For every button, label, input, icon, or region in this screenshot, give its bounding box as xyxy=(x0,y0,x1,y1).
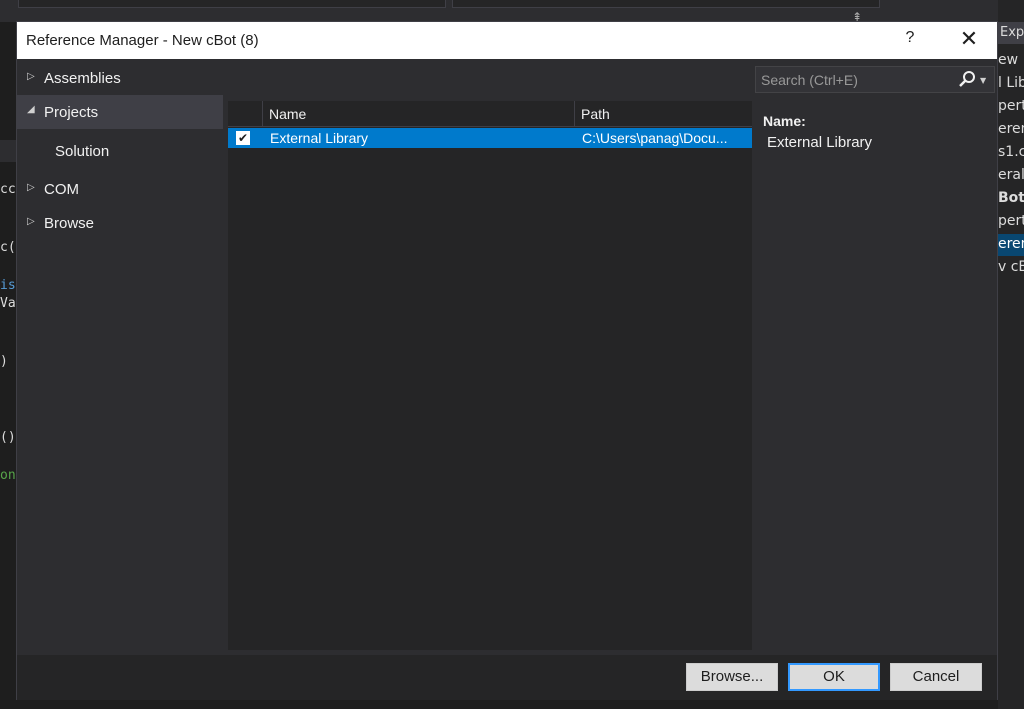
column-separator[interactable] xyxy=(574,101,575,127)
nav-item-label: Assemblies xyxy=(44,70,121,87)
expand-arrow-icon[interactable]: ▷ xyxy=(27,182,37,196)
code-fragment: Val xyxy=(0,296,17,311)
browse-button[interactable]: Browse... xyxy=(686,663,778,691)
search-icon[interactable] xyxy=(957,69,977,89)
code-fragment: on xyxy=(0,468,16,483)
tree-item[interactable]: s1.c xyxy=(998,144,1024,160)
tree-item[interactable]: ew xyxy=(998,52,1018,68)
dialog-titlebar: Reference Manager - New cBot (8) ? ✕ xyxy=(17,22,997,59)
nav-item-browse[interactable]: ▷ Browse xyxy=(17,206,223,240)
nav-item-projects[interactable]: ◢ Projects xyxy=(17,95,223,129)
ide-tab-strip xyxy=(0,0,1024,22)
code-fragment: cc xyxy=(0,182,16,197)
row-name: External Library xyxy=(270,130,369,146)
ide-editor-tab[interactable] xyxy=(18,0,446,8)
nav-item-label: Solution xyxy=(55,143,110,160)
collapse-arrow-icon[interactable]: ◢ xyxy=(27,104,37,118)
help-button[interactable]: ? xyxy=(899,29,921,51)
nav-item-label: Browse xyxy=(44,215,95,232)
solution-explorer-tab[interactable]: Exp xyxy=(998,22,1024,44)
cancel-button[interactable]: Cancel xyxy=(890,663,982,691)
ide-current-line xyxy=(0,140,17,162)
dialog-footer: Browse... OK Cancel xyxy=(17,655,997,700)
reference-checkbox[interactable]: ✔ xyxy=(236,131,250,145)
ide-code-editor: cc c() is) Val ) () on xyxy=(0,22,17,709)
ide-editor-tab[interactable] xyxy=(452,0,880,8)
nav-item-label: Projects xyxy=(44,104,99,121)
details-name-label: Name: xyxy=(763,113,806,129)
tree-item[interactable]: Bot xyxy=(998,190,1024,206)
dialog-title: Reference Manager - New cBot (8) xyxy=(26,32,259,49)
tree-item[interactable]: erenc xyxy=(998,121,1024,137)
reference-list: Name Path ✔ External Library C:\Users\pa… xyxy=(228,101,752,650)
reference-manager-dialog: Reference Manager - New cBot (8) ? ✕ ▷ A… xyxy=(16,21,998,700)
close-button[interactable]: ✕ xyxy=(957,27,981,51)
tree-item[interactable]: perti xyxy=(998,98,1024,114)
tree-item[interactable]: perti xyxy=(998,213,1024,229)
code-fragment: is) xyxy=(0,278,17,293)
nav-item-com[interactable]: ▷ COM xyxy=(17,172,223,206)
column-header-name[interactable]: Name xyxy=(269,106,306,122)
nav-item-assemblies[interactable]: ▷ Assemblies xyxy=(17,61,223,95)
category-nav: ▷ Assemblies ◢ Projects Solution ▷ COM ▷… xyxy=(17,59,223,655)
code-fragment: c() xyxy=(0,240,17,255)
tree-item[interactable]: v cB xyxy=(998,259,1024,275)
details-panel: Name: External Library xyxy=(757,101,995,650)
search-box[interactable]: Search (Ctrl+E) ▼ xyxy=(755,66,995,93)
details-name-value: External Library xyxy=(767,134,873,151)
table-row[interactable]: ✔ External Library C:\Users\panag\Docu..… xyxy=(228,128,752,148)
nav-item-label: COM xyxy=(44,181,79,198)
column-header-path[interactable]: Path xyxy=(581,106,610,122)
expand-arrow-icon[interactable]: ▷ xyxy=(27,216,37,230)
search-options-dropdown-icon[interactable]: ▼ xyxy=(980,76,986,85)
tree-item[interactable]: eral xyxy=(998,167,1024,183)
search-input[interactable]: Search (Ctrl+E) xyxy=(761,72,858,88)
solution-explorer: Exp ew l Lib perti erenc s1.c eral Bot p… xyxy=(998,0,1024,709)
nav-item-solution[interactable]: Solution xyxy=(17,134,223,168)
code-fragment: () xyxy=(0,430,16,445)
expand-arrow-icon[interactable]: ▷ xyxy=(27,71,37,85)
list-header: Name Path xyxy=(228,101,752,127)
ok-button[interactable]: OK xyxy=(788,663,880,691)
tree-item[interactable]: l Lib xyxy=(998,75,1024,91)
column-separator[interactable] xyxy=(262,101,263,127)
tree-item-selected[interactable]: eren xyxy=(998,234,1024,256)
code-fragment: ) xyxy=(0,354,8,369)
row-path: C:\Users\panag\Docu... xyxy=(582,130,728,146)
